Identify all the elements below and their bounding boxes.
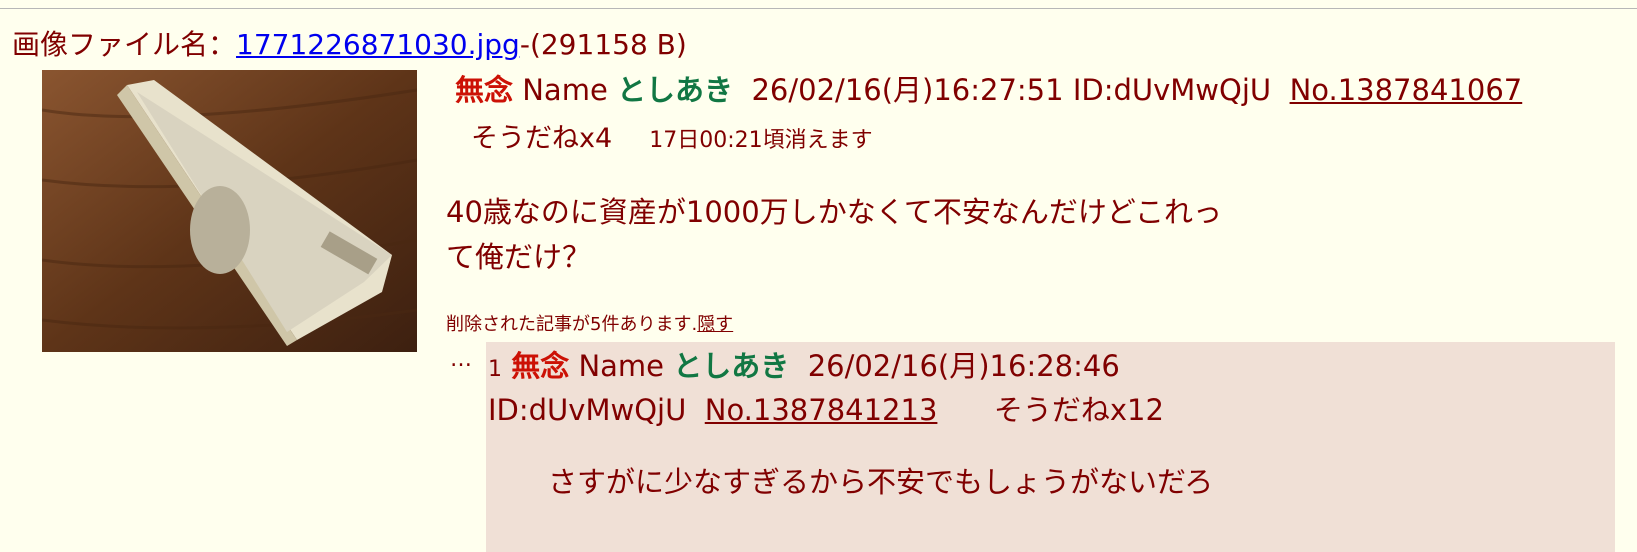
post-body: 40歳なのに資産が1000万しかなくて不安なんだけどこれっ て俺だけ？ [446, 190, 1222, 280]
post-datetime: 26/02/16(月)16:27:51 [751, 73, 1064, 107]
file-size: -(291158 B) [519, 28, 687, 61]
reply-post: 1 無念 Name としあき 26/02/16(月)16:28:46 ID:dU… [486, 342, 1615, 552]
reply-header: 1 無念 Name としあき 26/02/16(月)16:28:46 [488, 346, 1120, 390]
deleted-notice: 削除された記事が5件あります.隠す [446, 310, 733, 336]
reply-name-label: Name [578, 349, 665, 383]
post-name-label: Name [522, 73, 608, 107]
post-thumbnail-image[interactable] [42, 70, 417, 352]
post-meta: そうだねx4 17日00:21頃消えます [471, 116, 873, 155]
post-number-link[interactable]: No.1387841067 [1290, 73, 1523, 107]
expire-notice: 17日00:21頃消えます [649, 128, 873, 153]
banknote-stack-image [42, 70, 417, 352]
reply-number-link[interactable]: No.1387841213 [705, 393, 938, 427]
reply-indent-dots: … [450, 347, 472, 372]
reply-body: さすがに少なすぎるから不安でもしょうがないだろ [548, 465, 1214, 499]
reply-datetime: 26/02/16(月)16:28:46 [807, 349, 1120, 383]
hide-deleted-link[interactable]: 隠す [697, 314, 733, 335]
reply-header-2: ID:dUvMwQjU No.1387841213 そうだねx12 [488, 390, 1164, 430]
file-info: 画像ファイル名：1771226871030.jpg-(291158 B) [12, 27, 687, 63]
post-name: としあき [617, 73, 734, 107]
reply-id: ID:dUvMwQjU [488, 393, 687, 427]
reply-subject: 無念 [511, 349, 570, 383]
file-label: 画像ファイル名： [12, 28, 237, 61]
post-body-line: て俺だけ？ [446, 240, 592, 274]
top-divider [0, 8, 1637, 9]
post-header: 無念 Name としあき 26/02/16(月)16:27:51 ID:dUvM… [455, 70, 1522, 110]
post-body-line: 40歳なのに資産が1000万しかなくて不安なんだけどこれっ [446, 195, 1222, 229]
post-subject: 無念 [455, 73, 514, 107]
sodane-button[interactable]: そうだねx4 [471, 123, 612, 154]
file-link[interactable]: 1771226871030.jpg [236, 28, 520, 61]
reply-name: としあき [673, 349, 790, 383]
reply-index: 1 [488, 357, 502, 382]
reply-sodane-button[interactable]: そうだねx12 [994, 393, 1164, 427]
deleted-text: 削除された記事が5件あります. [446, 314, 698, 335]
post-id: ID:dUvMwQjU [1072, 73, 1272, 107]
